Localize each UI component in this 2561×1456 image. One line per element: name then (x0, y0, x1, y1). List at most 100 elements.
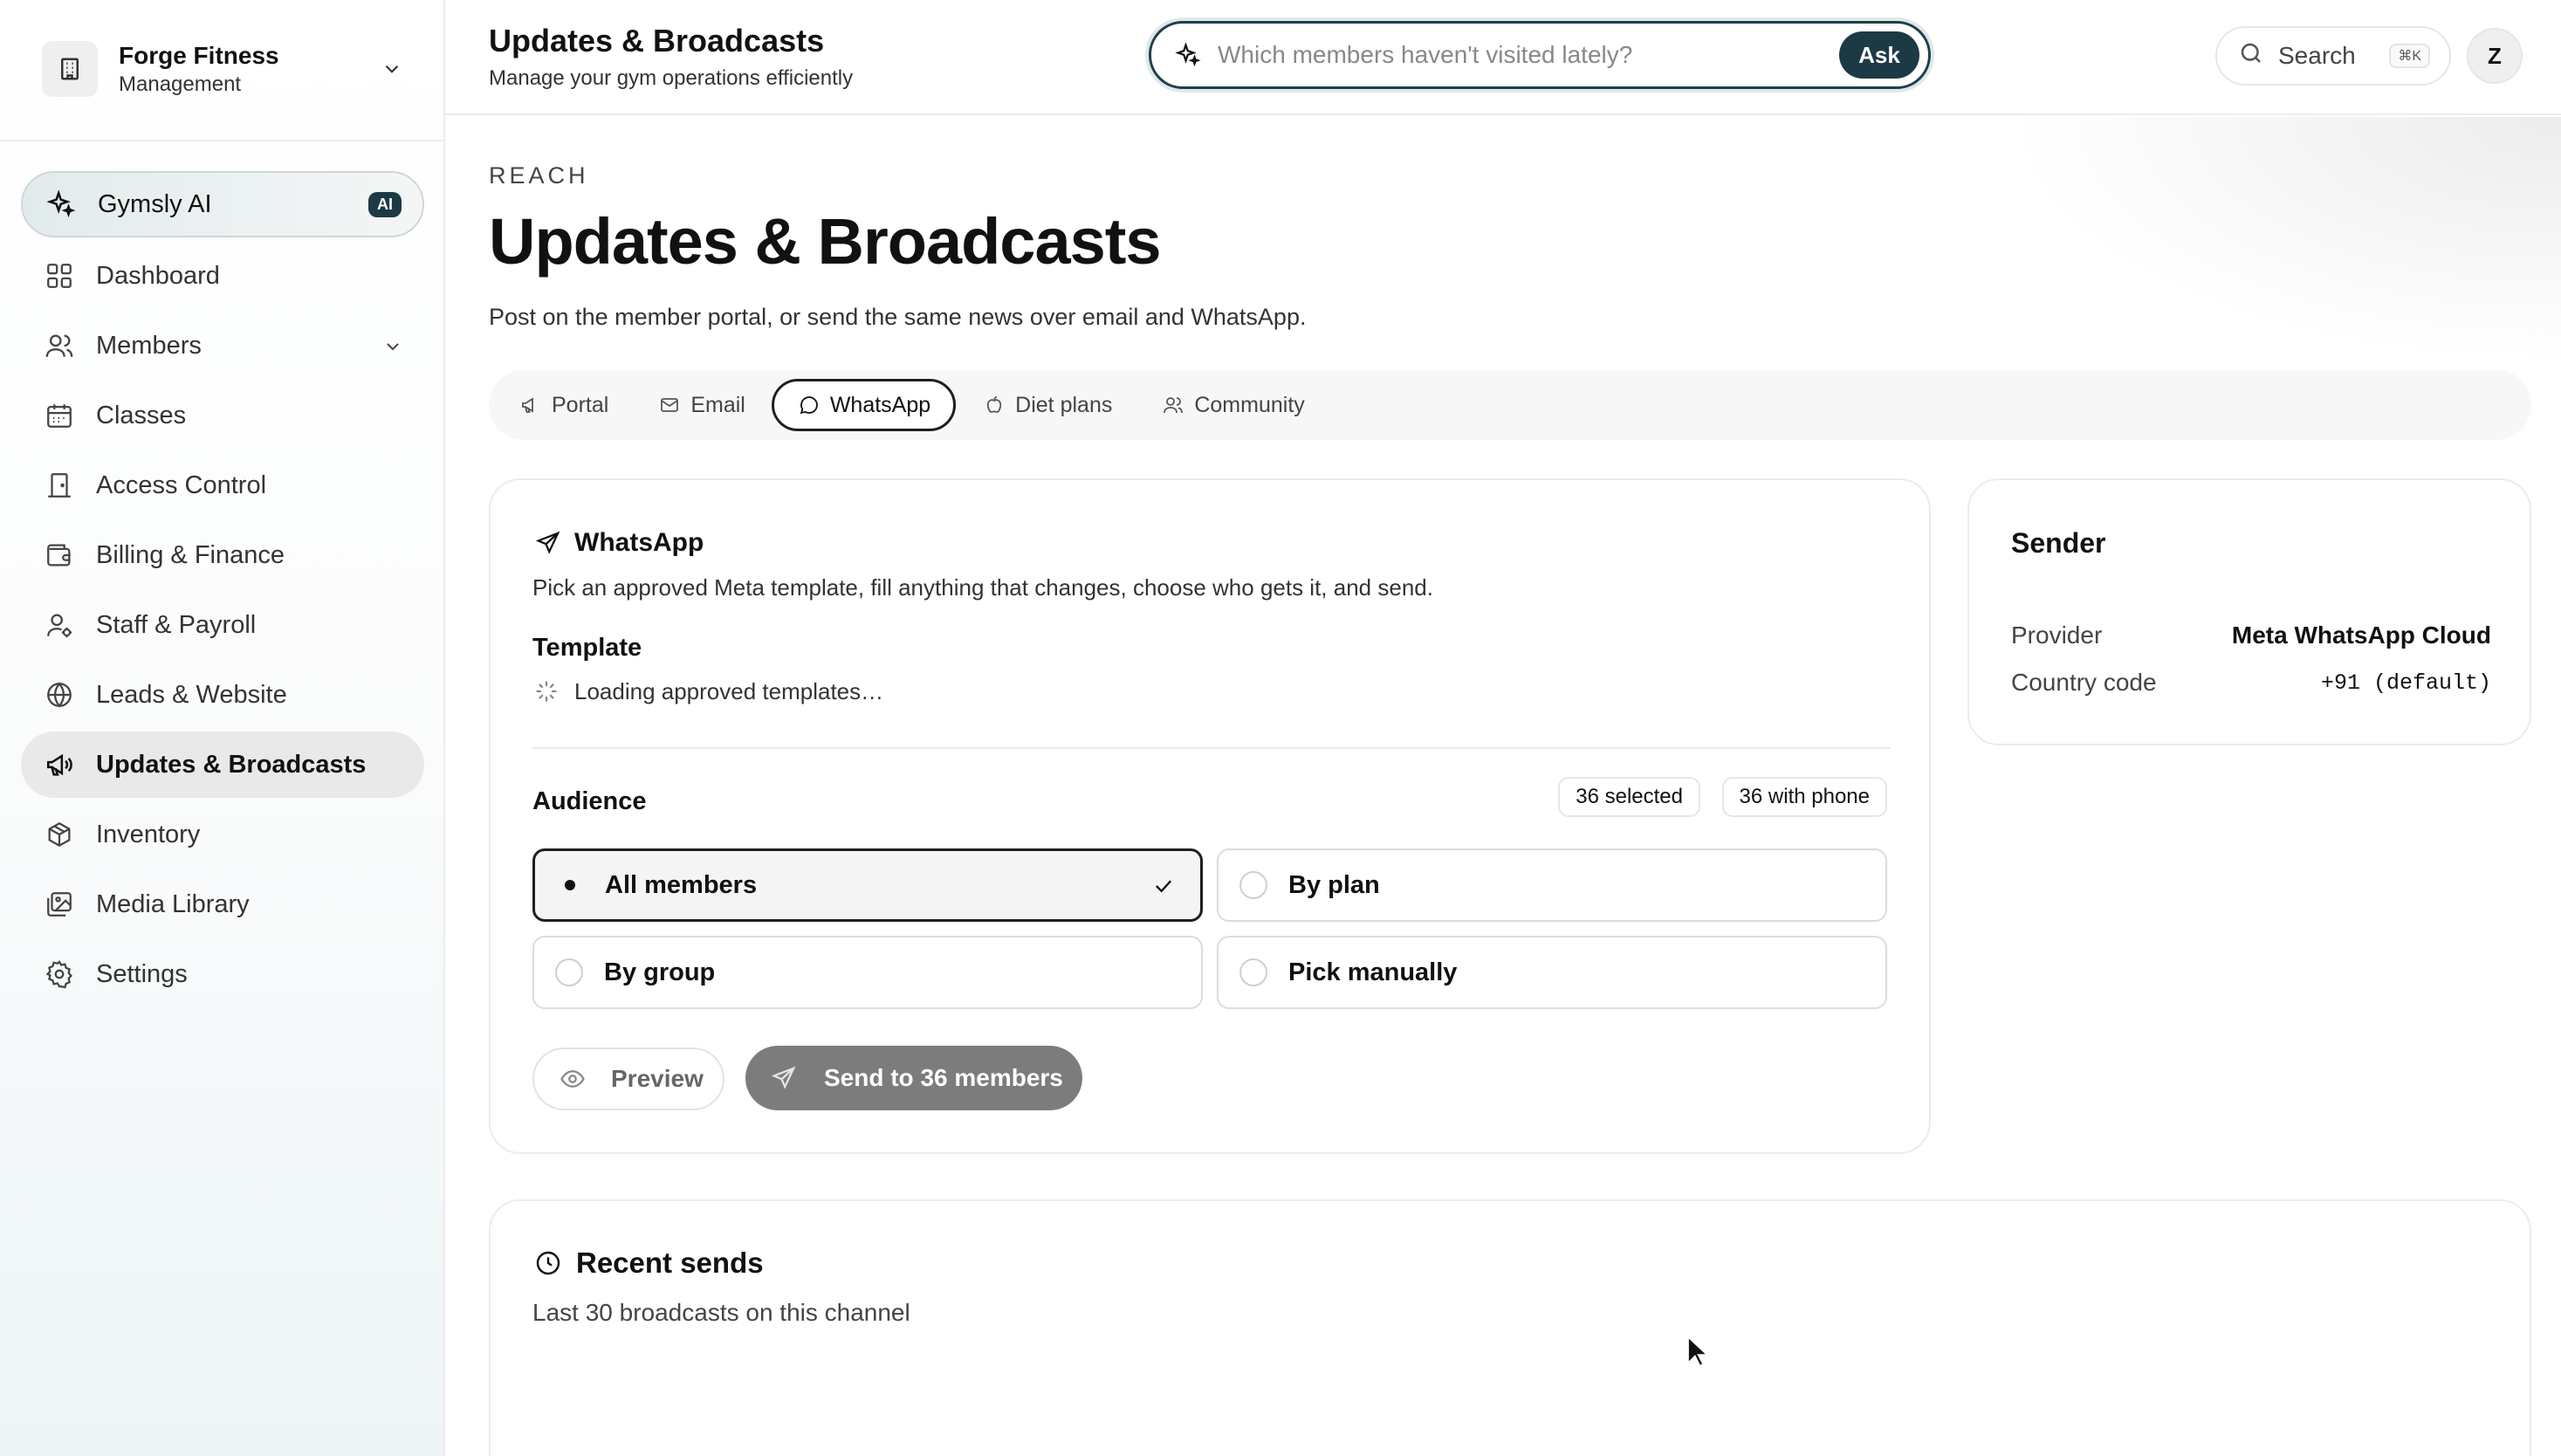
tab-label: Diet plans (1015, 392, 1113, 417)
recent-sends-header: Recent sends (532, 1247, 764, 1280)
preview-button-label: Preview (611, 1065, 704, 1092)
audience-option-all-members[interactable]: All members (532, 848, 1203, 922)
sidebar-item-media-library[interactable]: Media Library (21, 871, 424, 937)
ask-button[interactable]: Ask (1839, 31, 1919, 79)
recent-sends-card: Recent sends Last 30 broadcasts on this … (489, 1199, 2531, 1456)
ai-badge: AI (368, 192, 402, 217)
org-switcher[interactable]: Forge Fitness Management (21, 21, 424, 117)
package-icon (42, 817, 77, 852)
search-shortcut: ⌘K (2389, 44, 2430, 68)
wallet-icon (42, 538, 77, 573)
apple-icon (982, 393, 1006, 417)
users-icon (42, 328, 77, 363)
check-icon (1151, 874, 1176, 905)
send-icon (532, 527, 564, 559)
section-divider (532, 747, 1891, 749)
sidebar-item-billing[interactable]: Billing & Finance (21, 522, 424, 588)
global-search-button[interactable]: Search ⌘K (2215, 26, 2451, 86)
sidebar-item-settings[interactable]: Settings (21, 941, 424, 1007)
provider-value: Meta WhatsApp Cloud (2231, 622, 2491, 649)
sidebar-item-label: Updates & Broadcasts (96, 750, 367, 779)
gear-icon (42, 957, 77, 992)
sender-title: Sender (2011, 527, 2106, 559)
eye-icon (559, 1065, 587, 1093)
clock-icon (532, 1247, 564, 1279)
tab-label: Email (690, 392, 745, 417)
user-avatar[interactable]: Z (2467, 28, 2523, 84)
tab-community[interactable]: Community (1138, 379, 1327, 431)
org-role: Management (119, 72, 242, 96)
sidebar-item-label: Billing & Finance (96, 540, 285, 569)
audience-option-label: By group (604, 958, 716, 986)
building-icon (42, 41, 98, 97)
sidebar-item-label: Classes (96, 401, 187, 429)
megaphone-icon (518, 393, 543, 417)
provider-label: Provider (2011, 622, 2103, 649)
whatsapp-card-description: Pick an approved Meta template, fill any… (532, 574, 1433, 601)
tab-portal[interactable]: Portal (496, 379, 631, 431)
images-icon (42, 887, 77, 922)
whatsapp-card-header: WhatsApp (532, 527, 704, 559)
tab-label: WhatsApp (829, 392, 931, 417)
sidebar-item-dashboard[interactable]: Dashboard (21, 243, 424, 309)
tab-diet-plans[interactable]: Diet plans (959, 379, 1135, 431)
sparkles-icon (1172, 39, 1204, 71)
top-header: Updates & Broadcasts Manage your gym ope… (445, 0, 2561, 115)
globe-icon (42, 677, 77, 712)
whatsapp-card: WhatsApp Pick an approved Meta template,… (489, 478, 1931, 1154)
selected-count-badge: 36 selected (1558, 777, 1700, 817)
sidebar-item-label: Leads & Website (96, 680, 287, 709)
whatsapp-card-title: WhatsApp (574, 528, 704, 557)
ai-ask-input[interactable] (1218, 33, 1829, 77)
sidebar-item-classes[interactable]: Classes (21, 382, 424, 449)
sidebar-item-updates-broadcasts[interactable]: Updates & Broadcasts (21, 731, 424, 798)
grid-icon (42, 258, 77, 293)
user-cog-icon (42, 608, 77, 642)
sparkles-icon (44, 187, 79, 222)
ai-ask-bar: Ask (1149, 21, 1931, 89)
sidebar-item-access-control[interactable]: Access Control (21, 452, 424, 519)
audience-label: Audience (532, 787, 647, 815)
sidebar-item-inventory[interactable]: Inventory (21, 801, 424, 868)
sender-provider-row: Provider Meta WhatsApp Cloud (2011, 622, 2491, 649)
country-code-value: +91 (default) (2320, 670, 2491, 696)
header-title: Updates & Broadcasts (489, 23, 825, 58)
tab-email[interactable]: Email (635, 379, 768, 431)
door-icon (42, 468, 77, 503)
country-code-label: Country code (2011, 669, 2157, 696)
recent-sends-description: Last 30 broadcasts on this channel (532, 1299, 910, 1326)
main-content: REACH Updates & Broadcasts Post on the m… (445, 117, 2561, 1456)
tab-whatsapp[interactable]: WhatsApp (771, 379, 957, 431)
template-loading-text: Loading approved templates… (574, 677, 884, 704)
search-label: Search (2278, 42, 2356, 69)
sidebar-item-gymsly-ai[interactable]: Gymsly AI AI (21, 171, 424, 237)
tab-label: Portal (552, 392, 609, 417)
send-button[interactable]: Send to 36 members (745, 1046, 1082, 1110)
sidebar-item-label: Media Library (96, 889, 250, 918)
audience-option-by-plan[interactable]: By plan (1217, 848, 1887, 922)
audience-option-label: Pick manually (1288, 958, 1458, 986)
template-loading-status: Loading approved templates… (532, 677, 883, 705)
sidebar-nav: Gymsly AI AI Dashboard Members Classes A… (21, 171, 424, 1011)
megaphone-icon (42, 747, 77, 782)
org-info: Forge Fitness Management (119, 40, 279, 98)
chevron-down-icon[interactable] (381, 58, 403, 85)
audience-option-label: All members (605, 870, 758, 899)
calendar-icon (42, 398, 77, 433)
header-subtitle: Manage your gym operations efficiently (489, 66, 854, 90)
sidebar-item-label: Gymsly AI (98, 189, 212, 218)
sidebar-item-label: Inventory (96, 820, 201, 848)
chevron-down-icon[interactable] (382, 335, 403, 364)
sidebar-item-leads[interactable]: Leads & Website (21, 662, 424, 728)
sidebar-item-members[interactable]: Members (21, 312, 424, 379)
preview-button[interactable]: Preview (532, 1047, 724, 1110)
audience-option-pick-manually[interactable]: Pick manually (1217, 936, 1887, 1009)
sidebar-item-staff[interactable]: Staff & Payroll (21, 592, 424, 658)
sidebar-item-label: Settings (96, 959, 188, 988)
audience-option-label: By plan (1288, 870, 1380, 899)
channel-tabs: Portal Email WhatsApp Diet plans Communi… (489, 370, 2531, 440)
sidebar: Forge Fitness Management Gymsly AI AI Da… (0, 0, 445, 1456)
radio-unselected (1239, 958, 1267, 986)
audience-option-by-group[interactable]: By group (532, 936, 1203, 1009)
with-phone-count-badge: 36 with phone (1721, 777, 1887, 817)
